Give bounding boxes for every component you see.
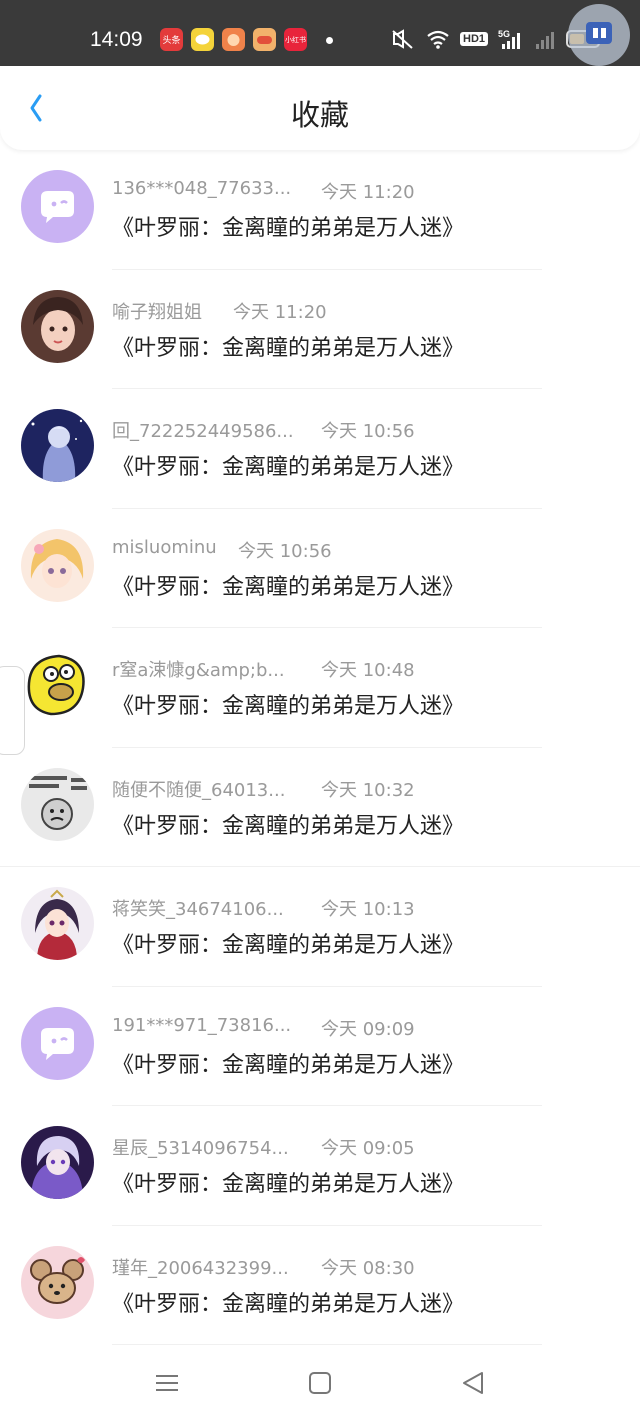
floating-assistant-button[interactable] xyxy=(568,4,630,66)
favorite-time: 今天 09:05 xyxy=(321,1138,415,1159)
anime-night-avatar[interactable] xyxy=(21,409,94,482)
toutiao-app-icon: 头条 xyxy=(160,28,183,51)
favorites-list: 136***048_77633... 今天 11:20 《叶罗丽：金离瞳的弟弟是万… xyxy=(0,150,640,1345)
author-name: 星辰_5314096754... xyxy=(112,1138,289,1159)
mute-vibrate-icon xyxy=(392,29,413,49)
author-name: 瑾年_2006432399... xyxy=(112,1257,289,1279)
svg-text:5G: 5G xyxy=(498,29,510,39)
favorite-time: 今天 10:56 xyxy=(321,421,415,442)
author-name: 回_722252449586... xyxy=(112,421,294,442)
favorite-content[interactable]: 《叶罗丽：金离瞳的弟弟是万人迷》 xyxy=(112,330,464,362)
hd-badge: HD1 xyxy=(460,32,489,46)
status-time: 14:09 xyxy=(90,28,143,51)
anime-costume-avatar[interactable] xyxy=(21,887,94,960)
xiaohongshu-app-icon: 小红书 xyxy=(284,28,307,51)
divider xyxy=(112,1344,542,1345)
author-name: 136***048_77633... xyxy=(112,178,292,199)
back-triangle-icon xyxy=(463,1372,483,1394)
game-app-icon xyxy=(222,28,245,51)
favorite-item[interactable]: 喻子翔姐姐 今天 11:20 《叶罗丽：金离瞳的弟弟是万人迷》 xyxy=(0,270,640,389)
anime-purple-avatar[interactable] xyxy=(21,1126,94,1199)
menu-button[interactable] xyxy=(152,1368,182,1398)
notification-app-icons: 头条 小红书 xyxy=(160,28,307,51)
favorite-content[interactable]: 《叶罗丽：金离瞳的弟弟是万人迷》 xyxy=(112,569,464,601)
menu-icon xyxy=(156,1375,178,1391)
author-name: 随便不随便_64013... xyxy=(112,779,286,801)
author-name: 喻子翔姐姐 xyxy=(112,301,202,323)
page-title: 收藏 xyxy=(290,98,349,132)
favorite-content[interactable]: 《叶罗丽：金离瞳的弟弟是万人迷》 xyxy=(112,449,464,481)
signal-5g-icon: 5G xyxy=(498,29,521,49)
meme-text-avatar[interactable] xyxy=(21,767,94,841)
status-more-dot xyxy=(326,37,333,44)
favorite-content[interactable]: 《叶罗丽：金离瞳的弟弟是万人迷》 xyxy=(112,808,464,840)
default-chat-avatar[interactable] xyxy=(21,170,94,243)
favorite-content[interactable]: 《叶罗丽：金离瞳的弟弟是万人迷》 xyxy=(112,210,464,242)
favorite-item[interactable]: 瑾年_2006432399... 今天 08:30 《叶罗丽：金离瞳的弟弟是万人迷… xyxy=(0,1226,640,1345)
favorite-item[interactable]: misluominu 今天 10:56 《叶罗丽：金离瞳的弟弟是万人迷》 xyxy=(0,509,640,628)
favorite-item[interactable]: 蒋笑笑_34674106... 今天 10:13 《叶罗丽：金离瞳的弟弟是万人迷》 xyxy=(0,867,640,987)
favorite-time: 今天 10:32 xyxy=(321,779,415,801)
favorite-content[interactable]: 《叶罗丽：金离瞳的弟弟是万人迷》 xyxy=(112,1166,464,1198)
favorite-content[interactable]: 《叶罗丽：金离瞳的弟弟是万人迷》 xyxy=(112,1047,464,1079)
default-chat-avatar[interactable] xyxy=(21,1006,94,1080)
favorite-time: 今天 10:48 xyxy=(321,660,415,681)
favorite-item[interactable]: 回_722252449586... 今天 10:56 《叶罗丽：金离瞳的弟弟是万人… xyxy=(0,389,640,509)
favorite-content[interactable]: 《叶罗丽：金离瞳的弟弟是万人迷》 xyxy=(112,1286,464,1318)
author-name: misluominu xyxy=(112,536,217,558)
favorite-item[interactable]: r窒a涑慷g&amp;b... 今天 10:48 《叶罗丽：金离瞳的弟弟是万人迷》 xyxy=(0,628,640,748)
signal-secondary-icon xyxy=(536,32,555,49)
author-name: 191***971_73816... xyxy=(112,1014,292,1036)
cartoon-yellow-avatar[interactable] xyxy=(21,648,94,721)
system-navigation-bar xyxy=(0,1352,640,1422)
favorite-item[interactable]: 随便不随便_64013... 今天 10:32 《叶罗丽：金离瞳的弟弟是万人迷》 xyxy=(0,748,640,867)
favorite-content[interactable]: 《叶罗丽：金离瞳的弟弟是万人迷》 xyxy=(112,927,464,959)
favorite-time: 今天 11:20 xyxy=(233,301,327,323)
page-header: 收藏 xyxy=(0,66,640,150)
girl-portrait-avatar[interactable] xyxy=(21,289,94,363)
status-bar: 14:09 头条 小红书 HD1 5G xyxy=(0,0,640,66)
author-name: r窒a涑慷g&amp;b... xyxy=(112,660,285,681)
author-name: 蒋笑笑_34674106... xyxy=(112,899,284,920)
favorite-item[interactable]: 191***971_73816... 今天 09:09 《叶罗丽：金离瞳的弟弟是万… xyxy=(0,987,640,1106)
favorite-content[interactable]: 《叶罗丽：金离瞳的弟弟是万人迷》 xyxy=(112,688,464,720)
wifi-icon xyxy=(427,30,449,49)
back-nav-button[interactable] xyxy=(458,1368,488,1398)
home-square-icon xyxy=(309,1372,331,1394)
favorite-time: 今天 10:56 xyxy=(238,540,332,562)
favorite-item[interactable]: 136***048_77633... 今天 11:20 《叶罗丽：金离瞳的弟弟是万… xyxy=(0,150,640,270)
side-drawer-handle[interactable] xyxy=(0,666,25,755)
assistant-icon xyxy=(586,22,612,44)
favorite-time: 今天 09:09 xyxy=(321,1018,415,1040)
cartoon-mouse-avatar[interactable] xyxy=(21,1245,94,1319)
anime-blonde-avatar[interactable] xyxy=(21,528,94,602)
chat-app-icon xyxy=(191,28,214,51)
controller-app-icon xyxy=(253,28,276,51)
home-button[interactable] xyxy=(305,1368,335,1398)
favorite-time: 今天 11:20 xyxy=(321,182,415,203)
favorite-time: 今天 10:13 xyxy=(321,899,415,920)
favorite-item[interactable]: 星辰_5314096754... 今天 09:05 《叶罗丽：金离瞳的弟弟是万人迷… xyxy=(0,1106,640,1226)
favorite-time: 今天 08:30 xyxy=(321,1257,415,1279)
